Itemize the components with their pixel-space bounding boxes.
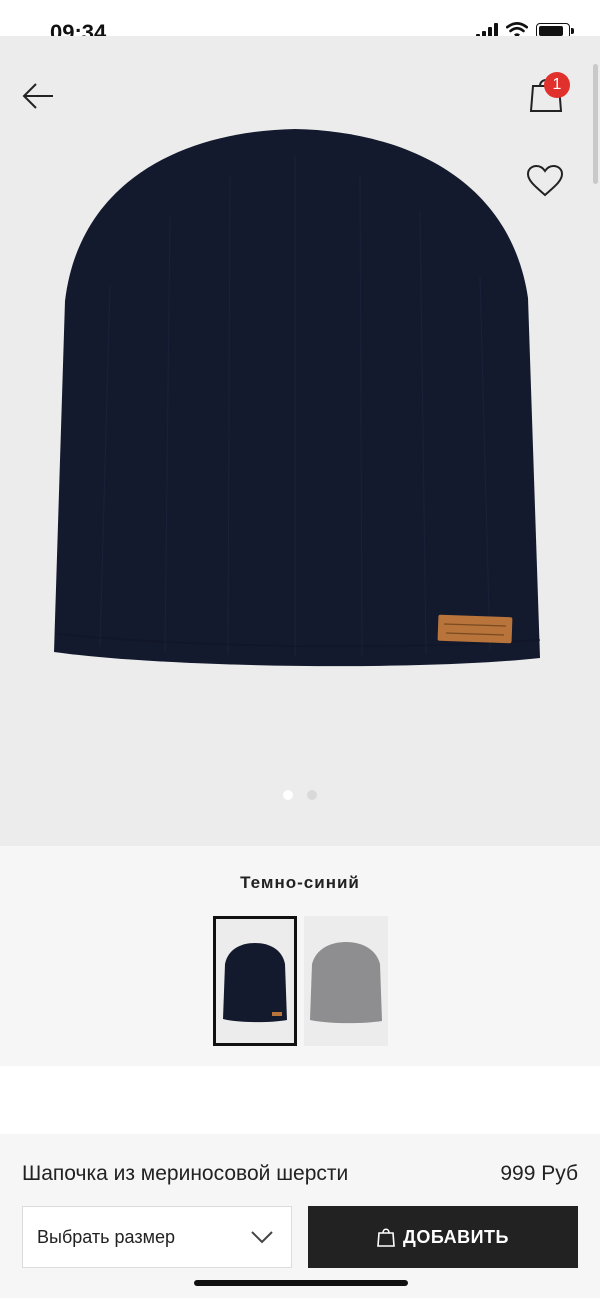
status-bar: 09:34	[0, 0, 600, 45]
color-swatch-grey[interactable]	[304, 916, 388, 1046]
size-select-dropdown[interactable]: Выбрать размер	[22, 1206, 292, 1268]
gallery-pagination-dots	[0, 790, 600, 800]
add-to-cart-button[interactable]: ДОБАВИТЬ	[308, 1206, 578, 1268]
gallery-dot-2[interactable]	[307, 790, 317, 800]
color-selector: Темно-синий	[0, 846, 600, 1066]
selected-color-label: Темно-синий	[240, 873, 360, 892]
heart-icon	[526, 164, 564, 197]
product-price: 999 Руб	[500, 1162, 578, 1185]
swatch-navy-beanie-thumbnail	[223, 943, 287, 1023]
add-to-cart-label: ДОБАВИТЬ	[403, 1226, 509, 1247]
arrow-left-icon	[22, 83, 53, 109]
brand-leather-label	[437, 614, 513, 644]
product-image-gallery[interactable]: 1	[0, 36, 600, 846]
color-swatch-navy[interactable]	[213, 916, 297, 1046]
cart-count-badge: 1	[544, 72, 570, 98]
size-select-label: Выбрать размер	[37, 1226, 175, 1247]
info-strip	[34, 1090, 566, 1134]
product-name: Шапочка из мериносовой шерсти	[22, 1162, 349, 1185]
home-indicator[interactable]	[194, 1280, 408, 1286]
chevron-down-icon	[251, 1231, 273, 1244]
swatch-grey-beanie-thumbnail	[310, 942, 382, 1024]
page-scrollbar[interactable]	[593, 64, 598, 184]
gallery-dot-1[interactable]	[283, 790, 293, 800]
back-button[interactable]	[18, 76, 58, 116]
product-image-navy-beanie	[54, 129, 541, 667]
product-purchase-bar: Шапочка из мериносовой шерсти 999 Руб Вы…	[0, 1134, 600, 1298]
shopping-bag-icon	[377, 1228, 395, 1247]
favorite-button[interactable]	[526, 164, 566, 204]
